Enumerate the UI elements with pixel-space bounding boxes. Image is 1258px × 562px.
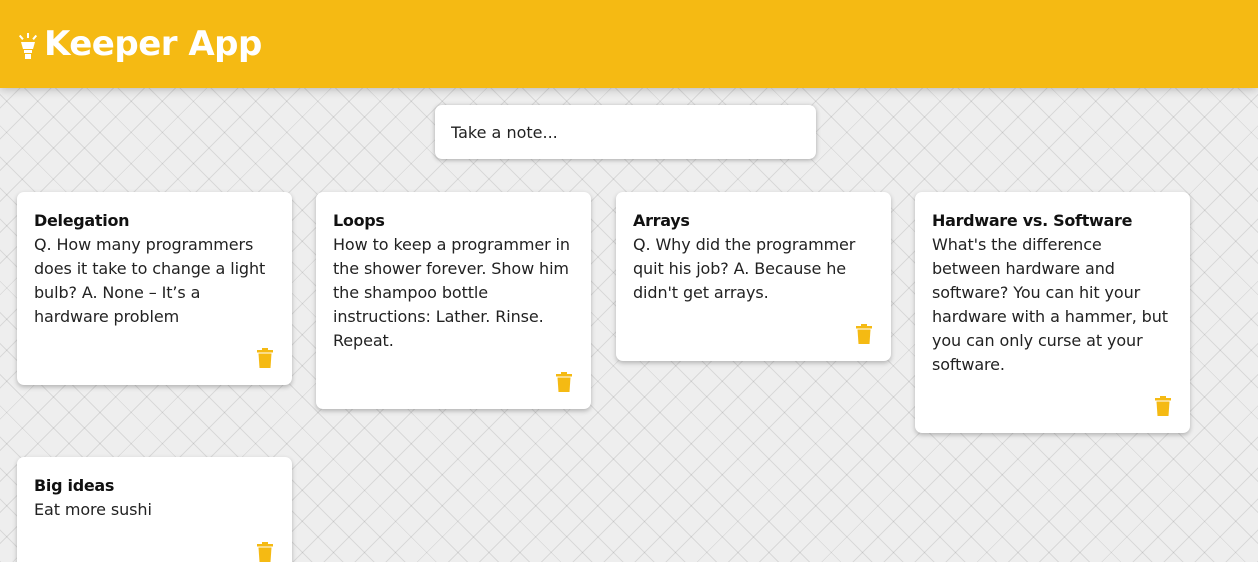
app-header: Keeper App bbox=[0, 0, 1258, 88]
note-content: How to keep a programmer in the shower f… bbox=[333, 235, 575, 350]
note-title: Big ideas bbox=[34, 476, 115, 495]
note-title: Arrays bbox=[633, 211, 690, 230]
note-title: Loops bbox=[333, 211, 385, 230]
delete-note-button[interactable] bbox=[856, 324, 872, 344]
note-card: Hardware vs. Software What's the differe… bbox=[915, 192, 1190, 433]
note-card: Loops How to keep a programmer in the sh… bbox=[316, 192, 591, 409]
note-content: Q. How many programmers does it take to … bbox=[34, 235, 271, 326]
note-content: What's the difference between hardware a… bbox=[932, 235, 1173, 374]
delete-note-button[interactable] bbox=[556, 372, 572, 392]
trash-icon bbox=[856, 324, 872, 344]
note-card: Delegation Q. How many programmers does … bbox=[17, 192, 292, 385]
note-title: Delegation bbox=[34, 211, 130, 230]
trash-icon bbox=[257, 542, 273, 562]
app-logo: Keeper App bbox=[18, 20, 262, 68]
app-title: Keeper App bbox=[44, 24, 262, 64]
delete-note-button[interactable] bbox=[257, 348, 273, 368]
lightbulb-icon bbox=[18, 33, 38, 59]
delete-note-button[interactable] bbox=[1155, 396, 1171, 416]
trash-icon bbox=[556, 372, 572, 392]
note-content: Q. Why did the programmer quit his job? … bbox=[633, 235, 861, 302]
note-title: Hardware vs. Software bbox=[932, 211, 1133, 230]
note-content: Eat more sushi bbox=[34, 500, 152, 519]
create-note-form bbox=[435, 105, 816, 159]
trash-icon bbox=[257, 348, 273, 368]
delete-note-button[interactable] bbox=[257, 542, 273, 562]
note-card: Big ideas Eat more sushi bbox=[17, 457, 292, 562]
note-card: Arrays Q. Why did the programmer quit hi… bbox=[616, 192, 891, 361]
take-a-note-input[interactable] bbox=[451, 122, 800, 142]
trash-icon bbox=[1155, 396, 1171, 416]
